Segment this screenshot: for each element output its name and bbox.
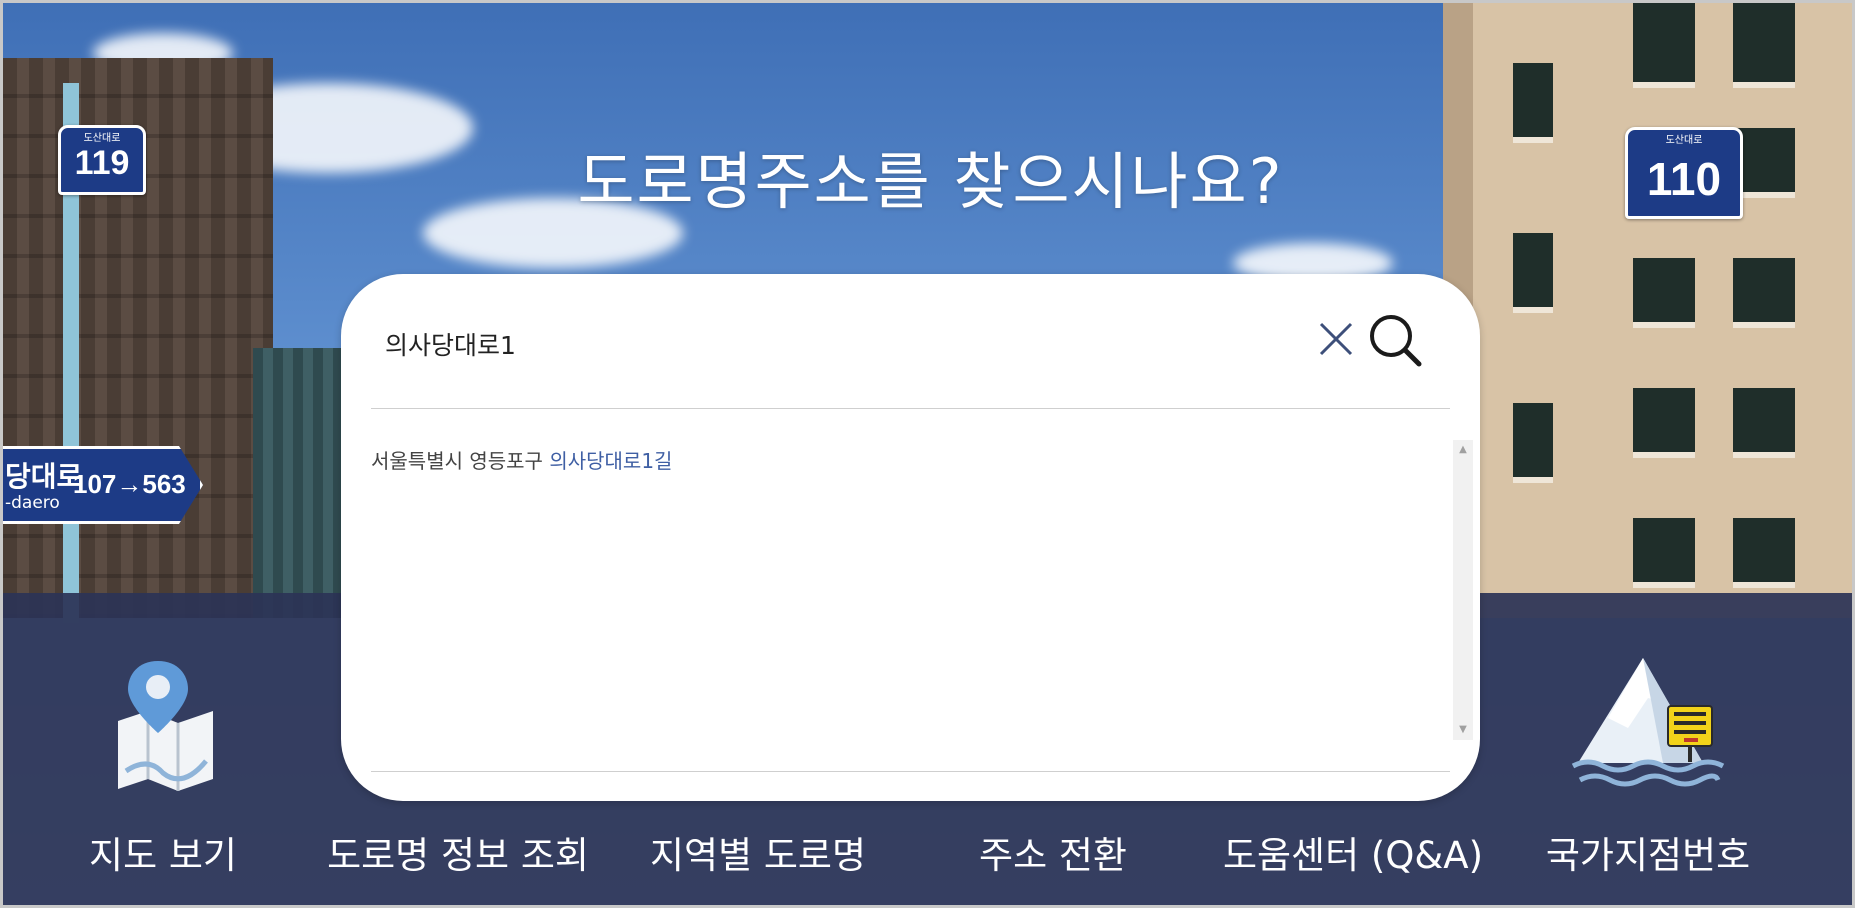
close-icon bbox=[1319, 322, 1353, 356]
page-frame: 도산대로 119 도산대로 110 당대로 -daero 107→563 도로명… bbox=[0, 0, 1855, 908]
left-glass-building bbox=[253, 348, 343, 618]
map-pin-icon bbox=[118, 661, 213, 791]
clear-search-button[interactable] bbox=[1315, 318, 1357, 360]
scroll-up-arrow-icon[interactable]: ▲ bbox=[1453, 440, 1473, 460]
page-title: 도로명주소를 찾으시나요? bbox=[577, 145, 1284, 218]
results-scrollbar[interactable]: ▲ ▼ bbox=[1453, 440, 1473, 740]
divider bbox=[371, 408, 1450, 409]
search-input[interactable] bbox=[385, 320, 1235, 368]
mountain-sign-icon bbox=[1571, 658, 1725, 787]
divider bbox=[371, 771, 1450, 772]
nav-map-view[interactable]: 지도 보기 bbox=[63, 593, 263, 905]
autocomplete-results: 서울특별시 영등포구 의사당대로1길 bbox=[371, 444, 1421, 744]
search-icon bbox=[1370, 315, 1422, 367]
search-button[interactable] bbox=[1367, 312, 1425, 370]
scroll-down-arrow-icon[interactable]: ▼ bbox=[1453, 720, 1473, 740]
search-panel: 서울특별시 영등포구 의사당대로1길 ▲ ▼ bbox=[341, 274, 1480, 801]
nav-national-point-number[interactable]: 국가지점번호 bbox=[1533, 593, 1763, 905]
list-item[interactable]: 서울특별시 영등포구 의사당대로1길 bbox=[371, 444, 1421, 478]
right-building bbox=[1443, 3, 1852, 618]
road-direction-sign: 당대로 -daero 107→563 bbox=[3, 446, 203, 524]
